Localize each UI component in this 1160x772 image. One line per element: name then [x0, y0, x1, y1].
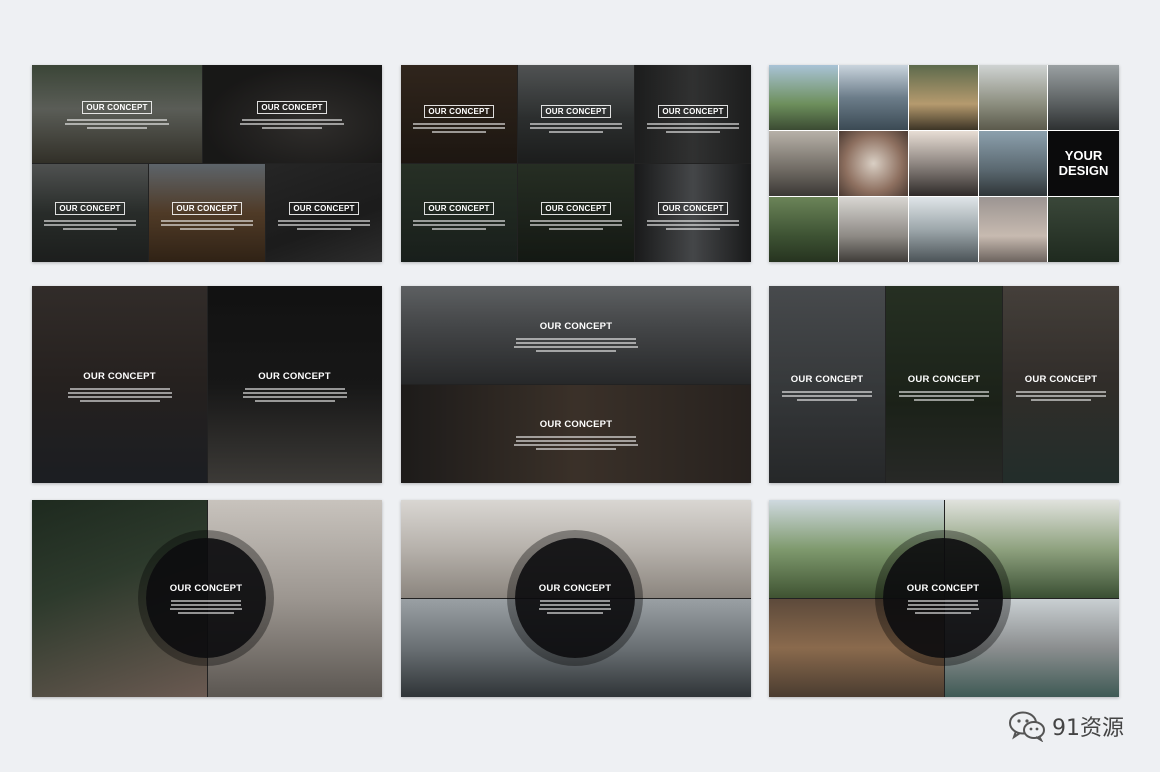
concept-block: OUR CONCEPT	[156, 578, 256, 616]
slide-7[interactable]: OUR CONCEPT	[32, 500, 382, 697]
concept-block: OUR CONCEPT	[640, 101, 746, 135]
photo-mountain-lake	[839, 65, 908, 130]
concept-block: OUR CONCEPT	[154, 198, 260, 232]
concept-block: OUR CONCEPT	[893, 578, 993, 616]
concept-block: OUR CONCEPT	[640, 198, 746, 232]
photo-cyclist-road	[979, 65, 1047, 130]
slide-9[interactable]: OUR CONCEPT	[769, 500, 1119, 697]
concept-title: OUR CONCEPT	[169, 583, 243, 594]
photo-dog-resting	[979, 197, 1047, 262]
concept-block: OUR CONCEPT	[774, 369, 880, 403]
concept-title: OUR CONCEPT	[907, 374, 981, 385]
photo-bike-wheel	[839, 131, 908, 196]
photo-pelican-dark	[1048, 197, 1119, 262]
photo-cyclist-street	[979, 131, 1047, 196]
concept-block: OUR CONCEPT	[62, 366, 177, 404]
concept-block: OUR CONCEPT	[511, 316, 641, 354]
slide-4[interactable]: OUR CONCEPT OUR CONCEPT	[32, 286, 382, 483]
watermark: 91资源	[1008, 710, 1124, 742]
wechat-icon	[1009, 711, 1045, 742]
concept-title: OUR CONCEPT	[906, 583, 980, 594]
your-design-tile: YOUR DESIGN	[1048, 131, 1119, 196]
concept-block: OUR CONCEPT	[237, 366, 352, 404]
photo-motorcycle-helmet	[1048, 65, 1119, 130]
concept-title: OUR CONCEPT	[790, 374, 864, 385]
concept-title: OUR CONCEPT	[172, 202, 242, 215]
concept-title: OUR CONCEPT	[55, 202, 125, 215]
concept-title: OUR CONCEPT	[539, 419, 613, 430]
concept-title: OUR CONCEPT	[258, 371, 331, 382]
concept-title: OUR CONCEPT	[289, 202, 359, 215]
slide-2[interactable]: OUR CONCEPT OUR CONCEPT OUR CONCEPT OUR …	[401, 65, 751, 262]
your-design-line-2: DESIGN	[1058, 163, 1109, 178]
concept-title: OUR CONCEPT	[424, 105, 494, 118]
concept-block: OUR CONCEPT	[525, 578, 625, 616]
slide-8[interactable]: OUR CONCEPT	[401, 500, 751, 697]
slide-1[interactable]: OUR CONCEPT OUR CONCEPT OUR CONCEPT OUR …	[32, 65, 382, 262]
photo-blonde-woman	[909, 65, 978, 130]
photo-canoe-lake	[909, 197, 978, 262]
concept-block: OUR CONCEPT	[891, 369, 997, 403]
your-design-line-1: YOUR	[1064, 148, 1103, 163]
photo-man-shop	[769, 131, 838, 196]
concept-title: OUR CONCEPT	[83, 371, 156, 382]
concept-title: OUR CONCEPT	[538, 583, 612, 594]
concept-block: OUR CONCEPT	[232, 97, 352, 131]
concept-title: OUR CONCEPT	[424, 202, 494, 215]
concept-title: OUR CONCEPT	[539, 321, 613, 332]
concept-block: OUR CONCEPT	[1008, 369, 1114, 403]
slide-6[interactable]: OUR CONCEPT OUR CONCEPT OUR CONCEPT	[769, 286, 1119, 483]
concept-block: OUR CONCEPT	[271, 198, 377, 232]
slide-5[interactable]: OUR CONCEPT OUR CONCEPT	[401, 286, 751, 483]
concept-block: OUR CONCEPT	[37, 198, 143, 232]
photo-woman-backpack	[769, 65, 838, 130]
concept-title: OUR CONCEPT	[541, 202, 611, 215]
concept-title: OUR CONCEPT	[1024, 374, 1098, 385]
concept-block: OUR CONCEPT	[57, 97, 177, 131]
photo-man-silhouette	[909, 131, 978, 196]
concept-title: OUR CONCEPT	[541, 105, 611, 118]
slide-3[interactable]: YOUR DESIGN	[769, 65, 1119, 262]
concept-block: OUR CONCEPT	[406, 101, 512, 135]
concept-block: OUR CONCEPT	[523, 198, 629, 232]
photo-kitchen	[839, 197, 908, 262]
concept-block: OUR CONCEPT	[511, 414, 641, 452]
concept-title: OUR CONCEPT	[658, 202, 728, 215]
concept-block: OUR CONCEPT	[523, 101, 629, 135]
your-design-label: YOUR DESIGN	[1048, 148, 1119, 178]
concept-title: OUR CONCEPT	[658, 105, 728, 118]
concept-title: OUR CONCEPT	[82, 101, 152, 114]
concept-block: OUR CONCEPT	[406, 198, 512, 232]
photo-man-hat-field	[769, 197, 838, 262]
watermark-text: 91资源	[1052, 716, 1124, 741]
concept-title: OUR CONCEPT	[257, 101, 327, 114]
